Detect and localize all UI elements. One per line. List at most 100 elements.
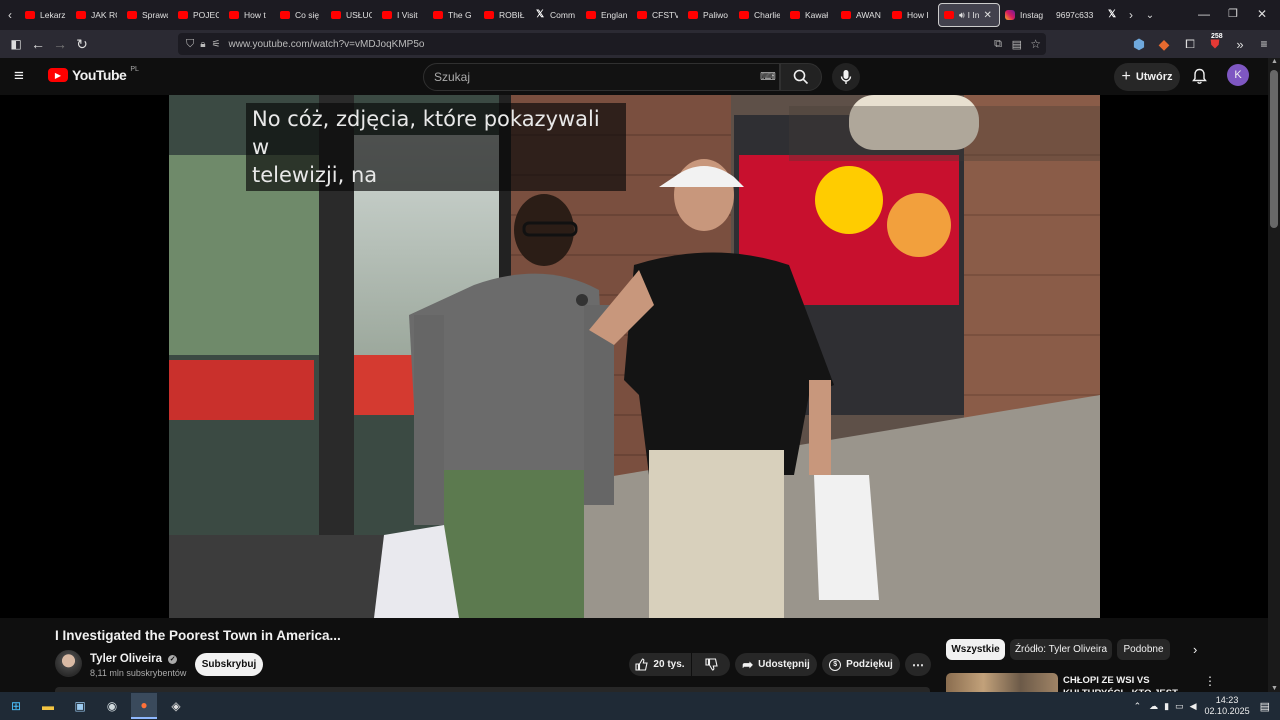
subscriber-count: 8,11 mln subskrybentów <box>90 668 187 678</box>
reader-view-icon[interactable]: ▤ <box>1012 38 1022 51</box>
more-actions-icon[interactable]: ⋯ <box>905 653 931 676</box>
notifications-icon[interactable]: ▤ <box>1260 700 1270 713</box>
tab-item[interactable]: JAK RO <box>71 3 122 27</box>
chip-related[interactable]: Podobne <box>1117 639 1170 660</box>
like-count: 20 tys. <box>653 659 685 670</box>
chip-all[interactable]: Wszystkie <box>946 639 1005 660</box>
reload-icon[interactable]: ↻ <box>71 33 93 55</box>
voice-search-button[interactable] <box>832 63 860 91</box>
network-icon[interactable]: ▭ <box>1175 701 1184 712</box>
tab-item[interactable]: ROBIŁ <box>479 3 530 27</box>
sidebar-toggle-icon[interactable]: ◧ <box>5 33 27 55</box>
bookmark-star-icon[interactable]: ☆ <box>1030 37 1041 51</box>
os-taskbar: ⊞ ▬ ▣ ◉ ● ◈ ⌃ ☁ ▮ ▭ ◀ 14:23 02.10.2025 ▤ <box>0 692 1280 720</box>
maximize-icon[interactable]: ❐ <box>1228 7 1238 20</box>
scrollbar-thumb[interactable] <box>1270 70 1278 228</box>
tab-item[interactable]: 𝕏 <box>1102 3 1122 27</box>
youtube-icon <box>280 11 290 19</box>
tab-item[interactable]: The G <box>428 3 479 27</box>
tab-item[interactable]: AWAN <box>836 3 887 27</box>
scroll-tabs-right-icon[interactable]: › <box>1122 4 1140 26</box>
tab-item[interactable]: Englan <box>581 3 632 27</box>
menu-icon[interactable]: ≡ <box>1253 33 1275 55</box>
keyboard-icon[interactable]: ⌨ <box>760 70 776 83</box>
notifications-bell-icon[interactable] <box>1192 68 1207 85</box>
extension-blocker-icon[interactable]: ⛊ 258 <box>1204 33 1226 55</box>
tab-item[interactable]: USŁUG <box>326 3 377 27</box>
channel-avatar[interactable] <box>55 650 82 677</box>
clock[interactable]: 14:23 02.10.2025 <box>1205 695 1250 717</box>
guide-menu-icon[interactable]: ≡ <box>14 67 24 84</box>
picture-in-picture-icon[interactable]: ⧉ <box>994 38 1002 51</box>
forward-icon[interactable]: → <box>49 33 71 55</box>
extension-fox-icon[interactable]: ◆ <box>1153 33 1175 55</box>
close-tab-icon[interactable]: ✕ <box>983 10 991 21</box>
chips-next-icon[interactable]: › <box>1193 642 1197 657</box>
microphone-icon <box>840 70 852 84</box>
tab-item[interactable]: 🔊︎ I In ✕ <box>938 3 1000 27</box>
speaker-icon[interactable]: 🔊︎ <box>959 10 965 21</box>
recommendation-menu-icon[interactable]: ⋮ <box>1204 674 1216 688</box>
tab-item[interactable]: Sprawd <box>122 3 173 27</box>
like-button[interactable]: 20 tys. <box>629 653 691 676</box>
tab-label: CFSTV <box>652 10 678 20</box>
recommendation-title[interactable]: CHŁOPI ZE WSI VS KULTURYŚCI - KTO JEST <box>1063 674 1193 692</box>
channel-name[interactable]: Tyler Oliveira ✓ <box>90 653 178 665</box>
app-icon[interactable]: ◈ <box>163 693 189 719</box>
scroll-tabs-left-icon[interactable]: ‹ <box>0 4 20 26</box>
search-input[interactable]: Szukaj <box>423 63 780 91</box>
back-icon[interactable]: ← <box>27 33 49 55</box>
tab-item[interactable]: Lekarz <box>20 3 71 27</box>
tab-item[interactable]: Co się <box>275 3 326 27</box>
list-all-tabs-icon[interactable]: ⌄ <box>1140 4 1160 26</box>
dislike-button[interactable] <box>692 653 730 676</box>
scroll-down-icon[interactable]: ▼ <box>1271 685 1278 692</box>
subscribe-button[interactable]: Subskrybuj <box>195 653 263 676</box>
more-tools-icon[interactable]: » <box>1229 33 1251 55</box>
tab-item[interactable]: How I <box>887 3 938 27</box>
close-window-icon[interactable]: ✕ <box>1257 7 1267 21</box>
tab-item[interactable]: 9697c633 <box>1051 3 1102 27</box>
extension-shield-icon[interactable]: ⬢ <box>1128 33 1150 55</box>
channel-name-text[interactable]: Tyler Oliveira <box>90 653 162 665</box>
tab-item[interactable]: How t <box>224 3 275 27</box>
tab-item[interactable]: POJECH <box>173 3 224 27</box>
chip-source-channel[interactable]: Źródło: Tyler Oliveira <box>1010 639 1112 660</box>
minimize-icon[interactable]: — <box>1198 7 1210 21</box>
firefox-icon[interactable]: ● <box>131 693 157 719</box>
account-avatar[interactable]: K <box>1227 64 1249 86</box>
onedrive-icon[interactable]: ☁ <box>1149 701 1158 712</box>
share-button[interactable]: ➦ Udostępnij <box>735 653 817 676</box>
scroll-up-icon[interactable]: ▲ <box>1271 58 1278 65</box>
tab-item[interactable]: I Visit <box>377 3 428 27</box>
extensions-icon[interactable]: ⧠ <box>1179 33 1201 55</box>
thanks-button[interactable]: $ Podziękuj <box>822 653 900 676</box>
permissions-icon[interactable]: ⚟ <box>212 39 221 50</box>
tab-item[interactable]: Paliwo <box>683 3 734 27</box>
video-player[interactable]: No cóż, zdjęcia, które pokazywali w tele… <box>0 95 1268 618</box>
search-button[interactable] <box>780 63 822 91</box>
tab-item[interactable]: Kawał <box>785 3 836 27</box>
lock-icon[interactable]: 🔒︎ <box>200 39 205 50</box>
url-bar[interactable]: ⛉ 🔒︎ ⚟ www.youtube.com/watch?v=vMDJoqKMP… <box>178 33 1046 55</box>
youtube-icon <box>76 11 86 19</box>
tab-item[interactable]: Instag <box>1000 3 1051 27</box>
microphone-tray-icon[interactable]: ▮ <box>1164 701 1169 712</box>
start-windows-icon[interactable]: ⊞ <box>3 693 29 719</box>
tab-label: Comm <box>550 10 576 20</box>
shield-icon[interactable]: ⛉ <box>186 38 194 51</box>
file-explorer-icon[interactable]: ▬ <box>35 693 61 719</box>
remote-desktop-icon[interactable]: ▣ <box>67 693 93 719</box>
tab-item[interactable]: CFSTV <box>632 3 683 27</box>
tray-overflow-icon[interactable]: ⌃ <box>1134 701 1142 712</box>
tab-label: Sprawd <box>142 10 168 20</box>
steam-icon[interactable]: ◉ <box>99 693 125 719</box>
tab-item[interactable]: Charlie <box>734 3 785 27</box>
recommendation-thumbnail[interactable] <box>946 673 1058 692</box>
create-button[interactable]: + Utwórz <box>1114 63 1180 91</box>
url-text[interactable]: www.youtube.com/watch?v=vMDJoqKMP5o <box>229 39 425 50</box>
volume-icon[interactable]: ◀ <box>1190 701 1197 712</box>
page-scrollbar[interactable]: ▲ ▼ <box>1268 58 1280 692</box>
tab-item[interactable]: 𝕏 Comm <box>530 3 581 27</box>
youtube-logo[interactable]: ▶ YouTube PL <box>48 66 139 83</box>
